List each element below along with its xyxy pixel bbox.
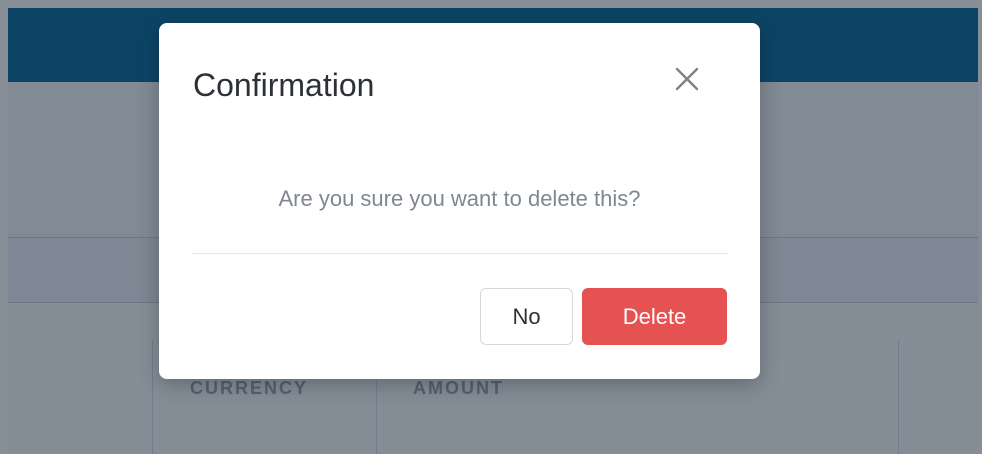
delete-button[interactable]: Delete (582, 288, 727, 345)
dialog-title: Confirmation (193, 67, 375, 103)
dialog-message: Are you sure you want to delete this? (278, 186, 641, 211)
close-button[interactable] (671, 63, 703, 95)
close-icon (675, 67, 699, 91)
confirmation-dialog: Confirmation Are you sure you want to de… (159, 23, 760, 379)
dialog-divider (191, 253, 728, 254)
no-button[interactable]: No (480, 288, 573, 345)
